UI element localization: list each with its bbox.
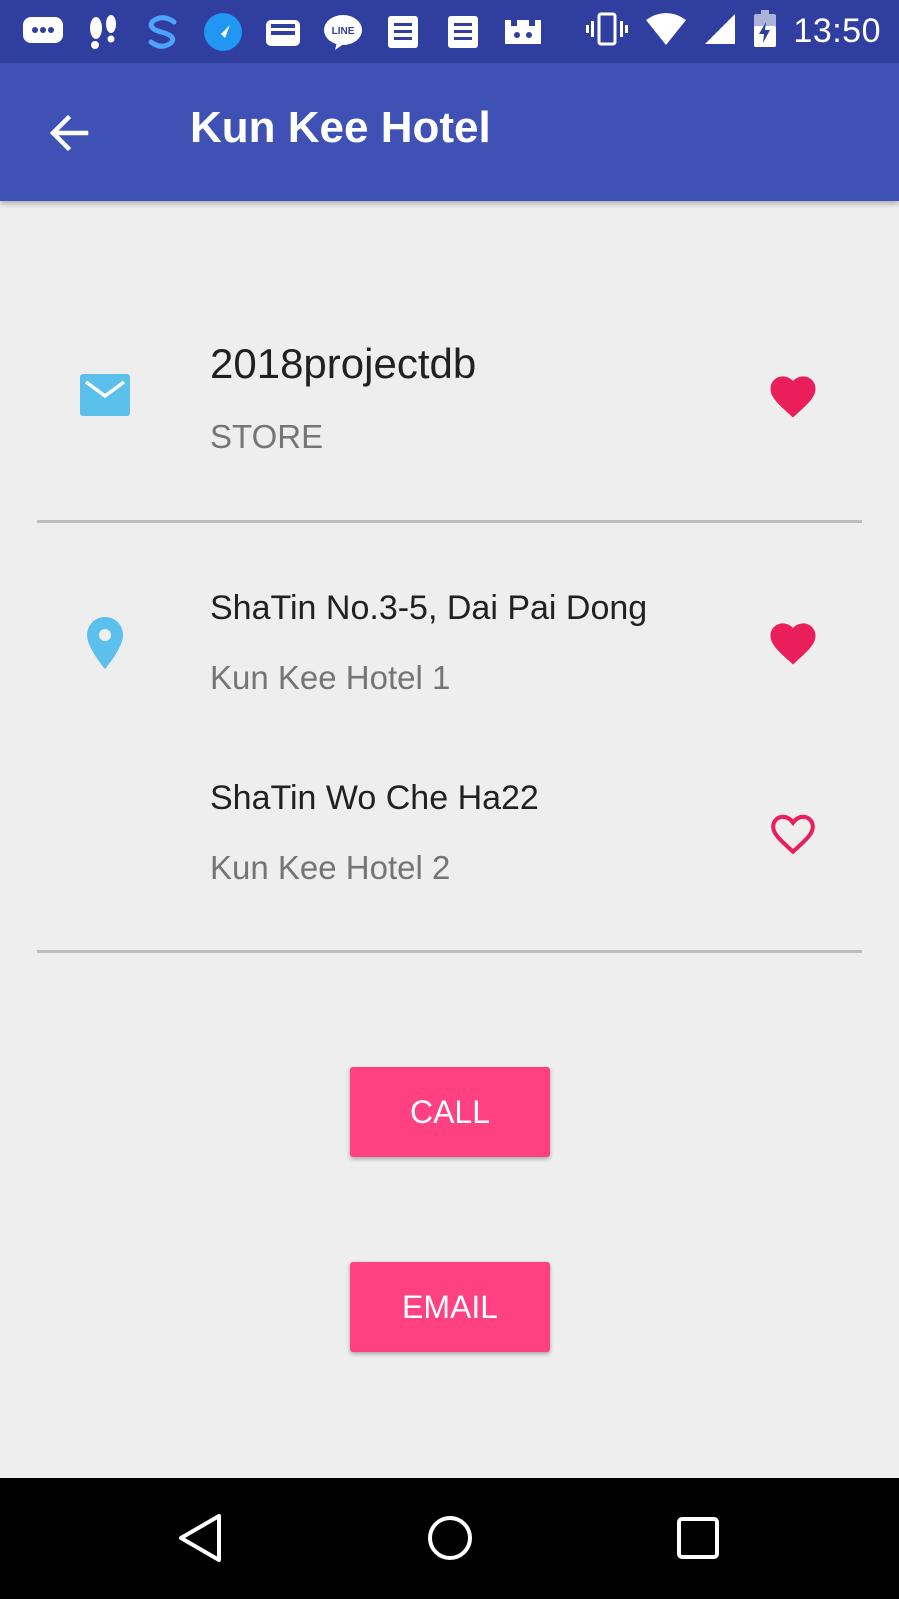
svg-text:LINE: LINE [332, 26, 355, 37]
triangle-back-icon [179, 1514, 221, 1562]
nav-recents-button[interactable] [668, 1508, 728, 1568]
location-name: Kun Kee Hotel 1 [210, 659, 451, 696]
cell-signal-icon [703, 12, 737, 51]
wifi-icon [645, 12, 687, 51]
divider [37, 520, 862, 523]
store-type: STORE [210, 418, 324, 455]
inbox-icon [262, 12, 304, 52]
app-bar: Kun Kee Hotel [0, 63, 899, 201]
location-pin-icon [87, 617, 123, 674]
s-app-icon [142, 12, 184, 52]
footprints-icon [82, 12, 124, 52]
clock: 13:50 [793, 12, 881, 50]
divider [37, 950, 862, 953]
rocket-icon [202, 12, 244, 52]
nav-back-button[interactable] [170, 1508, 230, 1568]
vibrate-icon [585, 11, 629, 52]
favorite-heart-filled-icon[interactable] [766, 370, 820, 420]
document-icon [382, 12, 424, 52]
navigation-bar [0, 1478, 899, 1599]
line-app-icon: LINE [322, 12, 364, 52]
location-address: ShaTin No.3-5, Dai Pai Dong [210, 589, 648, 627]
page-title: Kun Kee Hotel [190, 103, 491, 152]
call-button[interactable]: CALL [350, 1067, 550, 1157]
square-recents-icon [677, 1517, 719, 1559]
location-address: ShaTin Wo Che Ha22 [210, 779, 539, 817]
favorite-heart-filled-icon[interactable] [766, 617, 820, 667]
favorite-heart-outline-icon[interactable] [766, 808, 820, 858]
nav-home-button[interactable] [420, 1508, 480, 1568]
circle-home-icon [428, 1516, 472, 1560]
castle-icon [502, 12, 544, 52]
back-button[interactable] [44, 107, 96, 159]
chat-bubble-icon [22, 12, 64, 52]
email-button[interactable]: EMAIL [350, 1262, 550, 1352]
battery-charging-icon [753, 10, 777, 53]
location-name: Kun Kee Hotel 2 [210, 849, 451, 886]
back-arrow-icon [49, 114, 89, 152]
system-icons: 13:50 [585, 10, 881, 53]
mail-icon [80, 374, 130, 421]
store-name: 2018projectdb [210, 340, 477, 387]
notification-icons: LINE [22, 12, 544, 52]
status-bar: LINE 13:50 [0, 0, 899, 63]
document-icon [442, 12, 484, 52]
